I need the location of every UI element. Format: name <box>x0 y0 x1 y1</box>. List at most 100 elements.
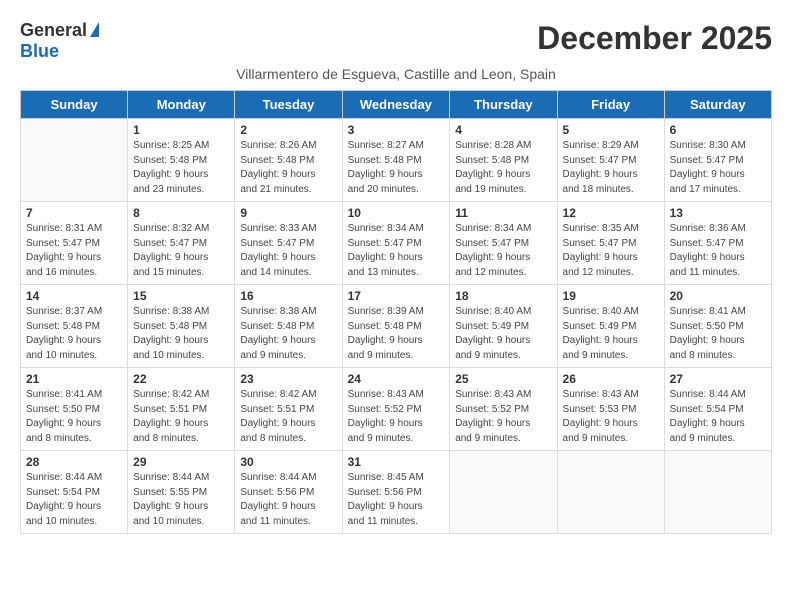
day-info: Sunrise: 8:40 AM Sunset: 5:49 PM Dayligh… <box>563 305 659 363</box>
day-number: 13 <box>670 206 766 220</box>
day-info: Sunrise: 8:44 AM Sunset: 5:54 PM Dayligh… <box>670 388 766 446</box>
calendar-cell: 2 Sunrise: 8:26 AM Sunset: 5:48 PM Daylig… <box>235 119 342 202</box>
calendar-cell: 30 Sunrise: 8:44 AM Sunset: 5:56 PM Dayli… <box>235 451 342 534</box>
calendar-cell: 14Sunrise: 8:37 AM Sunset: 5:48 PM Dayli… <box>21 285 128 368</box>
day-info: Sunrise: 8:44 AM Sunset: 5:55 PM Dayligh… <box>133 471 229 529</box>
day-number: 14 <box>26 289 122 303</box>
day-info: Sunrise: 8:36 AM Sunset: 5:47 PM Dayligh… <box>670 222 766 280</box>
calendar-cell: 18 Sunrise: 8:40 AM Sunset: 5:49 PM Dayli… <box>450 285 557 368</box>
day-info: Sunrise: 8:34 AM Sunset: 5:47 PM Dayligh… <box>348 222 445 280</box>
day-number: 7 <box>26 206 122 220</box>
calendar-cell <box>664 451 771 534</box>
day-info: Sunrise: 8:38 AM Sunset: 5:48 PM Dayligh… <box>240 305 336 363</box>
location-subtitle: Villarmentero de Esgueva, Castille and L… <box>20 66 772 82</box>
day-number: 22 <box>133 372 229 386</box>
day-number: 20 <box>670 289 766 303</box>
day-number: 16 <box>240 289 336 303</box>
weekday-header-sunday: Sunday <box>21 91 128 119</box>
day-number: 27 <box>670 372 766 386</box>
calendar-cell <box>21 119 128 202</box>
month-title: December 2025 <box>537 20 772 57</box>
day-number: 6 <box>670 123 766 137</box>
calendar-cell: 22 Sunrise: 8:42 AM Sunset: 5:51 PM Dayli… <box>128 368 235 451</box>
day-info: Sunrise: 8:42 AM Sunset: 5:51 PM Dayligh… <box>133 388 229 446</box>
logo-triangle-icon <box>90 22 99 37</box>
calendar-cell: 31 Sunrise: 8:45 AM Sunset: 5:56 PM Dayli… <box>342 451 450 534</box>
day-info: Sunrise: 8:27 AM Sunset: 5:48 PM Dayligh… <box>348 139 445 197</box>
calendar-cell <box>557 451 664 534</box>
calendar-cell: 29Sunrise: 8:44 AM Sunset: 5:55 PM Dayli… <box>128 451 235 534</box>
day-number: 5 <box>563 123 659 137</box>
calendar-cell: 27 Sunrise: 8:44 AM Sunset: 5:54 PM Dayli… <box>664 368 771 451</box>
calendar-cell: 3 Sunrise: 8:27 AM Sunset: 5:48 PM Daylig… <box>342 119 450 202</box>
calendar-cell: 5Sunrise: 8:29 AM Sunset: 5:47 PM Daylig… <box>557 119 664 202</box>
weekday-header-tuesday: Tuesday <box>235 91 342 119</box>
day-info: Sunrise: 8:43 AM Sunset: 5:52 PM Dayligh… <box>348 388 445 446</box>
weekday-header-wednesday: Wednesday <box>342 91 450 119</box>
calendar-cell: 17Sunrise: 8:39 AM Sunset: 5:48 PM Dayli… <box>342 285 450 368</box>
day-info: Sunrise: 8:43 AM Sunset: 5:53 PM Dayligh… <box>563 388 659 446</box>
calendar-cell: 28Sunrise: 8:44 AM Sunset: 5:54 PM Dayli… <box>21 451 128 534</box>
day-number: 8 <box>133 206 229 220</box>
day-number: 31 <box>348 455 445 469</box>
weekday-header-monday: Monday <box>128 91 235 119</box>
calendar-cell: 10 Sunrise: 8:34 AM Sunset: 5:47 PM Dayli… <box>342 202 450 285</box>
day-number: 21 <box>26 372 122 386</box>
day-number: 24 <box>348 372 445 386</box>
day-number: 11 <box>455 206 551 220</box>
day-info: Sunrise: 8:34 AM Sunset: 5:47 PM Dayligh… <box>455 222 551 280</box>
day-number: 1 <box>133 123 229 137</box>
calendar-cell <box>450 451 557 534</box>
calendar-cell: 9 Sunrise: 8:33 AM Sunset: 5:47 PM Daylig… <box>235 202 342 285</box>
day-info: Sunrise: 8:44 AM Sunset: 5:56 PM Dayligh… <box>240 471 336 529</box>
day-number: 3 <box>348 123 445 137</box>
calendar-cell: 7 Sunrise: 8:31 AM Sunset: 5:47 PM Daylig… <box>21 202 128 285</box>
day-number: 30 <box>240 455 336 469</box>
calendar-cell: 19 Sunrise: 8:40 AM Sunset: 5:49 PM Dayli… <box>557 285 664 368</box>
logo: General Blue <box>20 20 99 62</box>
calendar-cell: 21 Sunrise: 8:41 AM Sunset: 5:50 PM Dayli… <box>21 368 128 451</box>
day-number: 19 <box>563 289 659 303</box>
calendar-cell: 13 Sunrise: 8:36 AM Sunset: 5:47 PM Dayli… <box>664 202 771 285</box>
day-info: Sunrise: 8:44 AM Sunset: 5:54 PM Dayligh… <box>26 471 122 529</box>
weekday-header-friday: Friday <box>557 91 664 119</box>
day-number: 10 <box>348 206 445 220</box>
day-number: 9 <box>240 206 336 220</box>
day-info: Sunrise: 8:25 AM Sunset: 5:48 PM Dayligh… <box>133 139 229 197</box>
calendar-cell: 1 Sunrise: 8:25 AM Sunset: 5:48 PM Daylig… <box>128 119 235 202</box>
day-number: 15 <box>133 289 229 303</box>
calendar-cell: 20 Sunrise: 8:41 AM Sunset: 5:50 PM Dayli… <box>664 285 771 368</box>
day-info: Sunrise: 8:41 AM Sunset: 5:50 PM Dayligh… <box>26 388 122 446</box>
calendar-cell: 8 Sunrise: 8:32 AM Sunset: 5:47 PM Daylig… <box>128 202 235 285</box>
day-number: 25 <box>455 372 551 386</box>
day-number: 12 <box>563 206 659 220</box>
day-info: Sunrise: 8:26 AM Sunset: 5:48 PM Dayligh… <box>240 139 336 197</box>
day-info: Sunrise: 8:38 AM Sunset: 5:48 PM Dayligh… <box>133 305 229 363</box>
day-info: Sunrise: 8:45 AM Sunset: 5:56 PM Dayligh… <box>348 471 445 529</box>
day-info: Sunrise: 8:32 AM Sunset: 5:47 PM Dayligh… <box>133 222 229 280</box>
logo-blue: Blue <box>20 41 99 62</box>
day-info: Sunrise: 8:28 AM Sunset: 5:48 PM Dayligh… <box>455 139 551 197</box>
calendar-cell: 16 Sunrise: 8:38 AM Sunset: 5:48 PM Dayli… <box>235 285 342 368</box>
calendar-cell: 15 Sunrise: 8:38 AM Sunset: 5:48 PM Dayli… <box>128 285 235 368</box>
calendar-table: SundayMondayTuesdayWednesdayThursdayFrid… <box>20 90 772 534</box>
calendar-cell: 12 Sunrise: 8:35 AM Sunset: 5:47 PM Dayli… <box>557 202 664 285</box>
day-info: Sunrise: 8:31 AM Sunset: 5:47 PM Dayligh… <box>26 222 122 280</box>
calendar-cell: 25 Sunrise: 8:43 AM Sunset: 5:52 PM Dayli… <box>450 368 557 451</box>
calendar-cell: 26 Sunrise: 8:43 AM Sunset: 5:53 PM Dayli… <box>557 368 664 451</box>
day-number: 2 <box>240 123 336 137</box>
day-number: 18 <box>455 289 551 303</box>
day-info: Sunrise: 8:40 AM Sunset: 5:49 PM Dayligh… <box>455 305 551 363</box>
day-info: Sunrise: 8:35 AM Sunset: 5:47 PM Dayligh… <box>563 222 659 280</box>
calendar-cell: 24 Sunrise: 8:43 AM Sunset: 5:52 PM Dayli… <box>342 368 450 451</box>
day-info: Sunrise: 8:41 AM Sunset: 5:50 PM Dayligh… <box>670 305 766 363</box>
calendar-cell: 23Sunrise: 8:42 AM Sunset: 5:51 PM Dayli… <box>235 368 342 451</box>
weekday-header-thursday: Thursday <box>450 91 557 119</box>
day-info: Sunrise: 8:33 AM Sunset: 5:47 PM Dayligh… <box>240 222 336 280</box>
day-number: 17 <box>348 289 445 303</box>
day-number: 23 <box>240 372 336 386</box>
day-number: 26 <box>563 372 659 386</box>
day-info: Sunrise: 8:43 AM Sunset: 5:52 PM Dayligh… <box>455 388 551 446</box>
day-info: Sunrise: 8:30 AM Sunset: 5:47 PM Dayligh… <box>670 139 766 197</box>
calendar-cell: 4Sunrise: 8:28 AM Sunset: 5:48 PM Daylig… <box>450 119 557 202</box>
